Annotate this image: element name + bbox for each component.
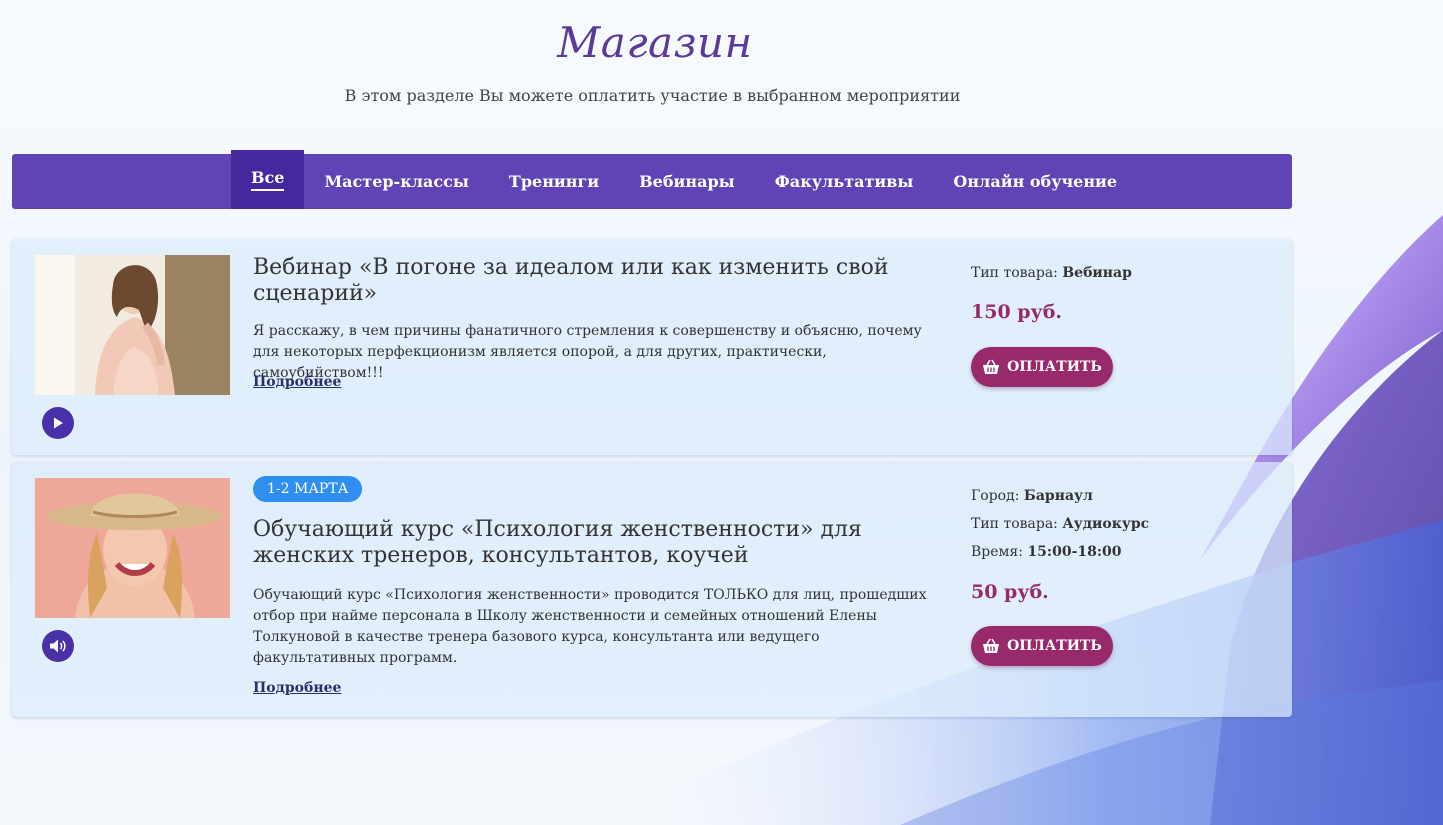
product-meta: Тип товара: Вебинар <box>971 263 1132 291</box>
meta-type: Тип товара: Вебинар <box>971 265 1132 281</box>
product-price: 150 руб. <box>971 301 1063 323</box>
tab-master-classes[interactable]: Мастер-классы <box>304 154 488 209</box>
product-image[interactable] <box>35 478 230 618</box>
speaker-icon <box>50 639 66 653</box>
category-nav: Все Мастер-классы Тренинги Вебинары Факу… <box>12 150 1292 209</box>
pay-button[interactable]: ОПЛАТИТЬ <box>971 347 1113 387</box>
tab-webinars[interactable]: Вебинары <box>619 154 755 209</box>
tab-online-learning[interactable]: Онлайн обучение <box>933 154 1137 209</box>
date-badge: 1-2 МАРТА <box>253 476 363 502</box>
more-link[interactable]: Подробнее <box>253 374 341 390</box>
product-card: 1-2 МАРТА Обучающий курс «Психология жен… <box>12 462 1292 717</box>
product-description: Обучающий курс «Психология женственности… <box>253 587 927 666</box>
meta-type: Тип товара: Аудиокурс <box>971 516 1150 532</box>
product-title: Вебинар «В погоне за идеалом или как изм… <box>253 255 889 306</box>
basket-icon <box>983 638 1000 653</box>
product-image[interactable] <box>35 255 230 395</box>
play-icon <box>54 417 63 429</box>
pay-button[interactable]: ОПЛАТИТЬ <box>971 626 1113 666</box>
play-button[interactable] <box>42 407 74 439</box>
meta-city: Город: Барнаул <box>971 488 1093 504</box>
page-title: Магазин <box>557 18 753 67</box>
more-link[interactable]: Подробнее <box>253 680 341 696</box>
product-price: 50 руб. <box>971 581 1049 603</box>
tab-electives[interactable]: Факультативы <box>755 154 934 209</box>
tab-trainings[interactable]: Тренинги <box>489 154 619 209</box>
tab-all[interactable]: Все <box>231 150 305 209</box>
product-card: Вебинар «В погоне за идеалом или как изм… <box>12 239 1292 455</box>
shop-page: Магазин В этом разделе Вы можете оплатит… <box>0 0 1443 825</box>
audio-button[interactable] <box>42 630 74 662</box>
basket-icon <box>983 359 1000 374</box>
product-title: Обучающий курс «Психология женственности… <box>253 517 862 568</box>
product-description: Я расскажу, в чем причины фанатичного ст… <box>253 323 922 381</box>
meta-time: Время: 15:00-18:00 <box>971 544 1122 560</box>
page-subtitle: В этом разделе Вы можете оплатить участи… <box>344 86 961 105</box>
product-meta: Город: Барнаул Тип товара: Аудиокурс Вре… <box>971 486 1149 570</box>
